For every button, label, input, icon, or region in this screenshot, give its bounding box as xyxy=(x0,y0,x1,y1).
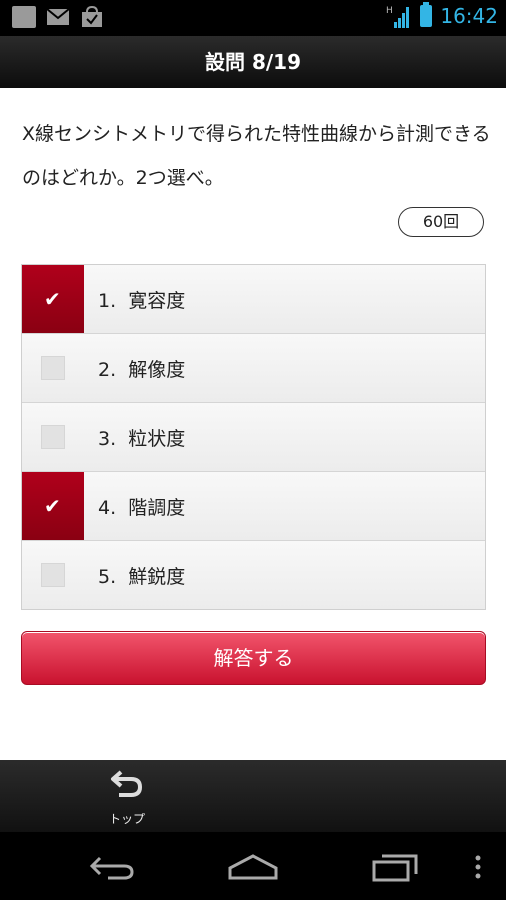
option-3[interactable]: 3. 粒状度 xyxy=(22,403,485,472)
option-2[interactable]: 2. 解像度 xyxy=(22,334,485,403)
checkbox[interactable]: ✔ xyxy=(42,495,64,517)
question-text: X線センシトメトリで得られた特性曲線から計測できるのはどれか。2つ選べ。 xyxy=(22,123,491,189)
option-1[interactable]: ✔ 1. 寛容度 xyxy=(22,265,485,334)
option-5[interactable]: 5. 鮮鋭度 xyxy=(22,541,485,609)
option-label: 3. 粒状度 xyxy=(98,427,186,450)
option-label: 4. 階調度 xyxy=(98,496,186,519)
checkbox-cell[interactable] xyxy=(22,334,84,402)
overflow-menu-icon[interactable] xyxy=(472,852,484,882)
check-icon: ✔ xyxy=(44,287,61,311)
battery-icon xyxy=(420,2,433,27)
signal-icon: H xyxy=(386,4,412,28)
page-title: 設問 8/19 xyxy=(0,36,506,88)
status-right: H 16:42 xyxy=(386,2,498,28)
home-icon[interactable] xyxy=(226,852,280,882)
image-icon xyxy=(12,6,36,28)
checkbox-cell[interactable]: ✔ xyxy=(22,265,84,333)
clock: 16:42 xyxy=(440,4,498,28)
submit-answer-button[interactable]: 解答する xyxy=(21,631,486,685)
bottom-bar: トップ xyxy=(0,760,506,832)
option-4[interactable]: ✔ 4. 階調度 xyxy=(22,472,485,541)
network-type-label: H xyxy=(386,6,393,16)
return-icon xyxy=(95,768,159,808)
notification-icons xyxy=(12,5,104,28)
checkbox-cell[interactable]: ✔ xyxy=(22,472,84,540)
checkbox-cell[interactable] xyxy=(22,403,84,471)
exam-count-badge: 60回 xyxy=(398,207,484,237)
checkbox[interactable]: ✔ xyxy=(42,288,64,310)
back-icon[interactable] xyxy=(88,852,136,882)
top-button-label: トップ xyxy=(108,812,145,826)
gmail-icon xyxy=(46,6,70,28)
option-label: 1. 寛容度 xyxy=(98,289,186,312)
system-nav-bar xyxy=(0,832,506,900)
checkbox[interactable] xyxy=(41,425,65,449)
option-label: 2. 解像度 xyxy=(98,358,186,381)
options-list: ✔ 1. 寛容度 2. 解像度 3. 粒状度 ✔ 4. 階調度 5. 鮮鋭度 xyxy=(21,264,486,610)
top-button[interactable]: トップ xyxy=(95,768,159,828)
recent-apps-icon[interactable] xyxy=(370,852,420,882)
checkbox[interactable] xyxy=(41,563,65,587)
shop-icon xyxy=(80,5,104,28)
check-icon: ✔ xyxy=(44,494,61,518)
checkbox[interactable] xyxy=(41,356,65,380)
checkbox-cell[interactable] xyxy=(22,541,84,609)
option-label: 5. 鮮鋭度 xyxy=(98,565,186,588)
status-bar: H 16:42 xyxy=(0,0,506,36)
